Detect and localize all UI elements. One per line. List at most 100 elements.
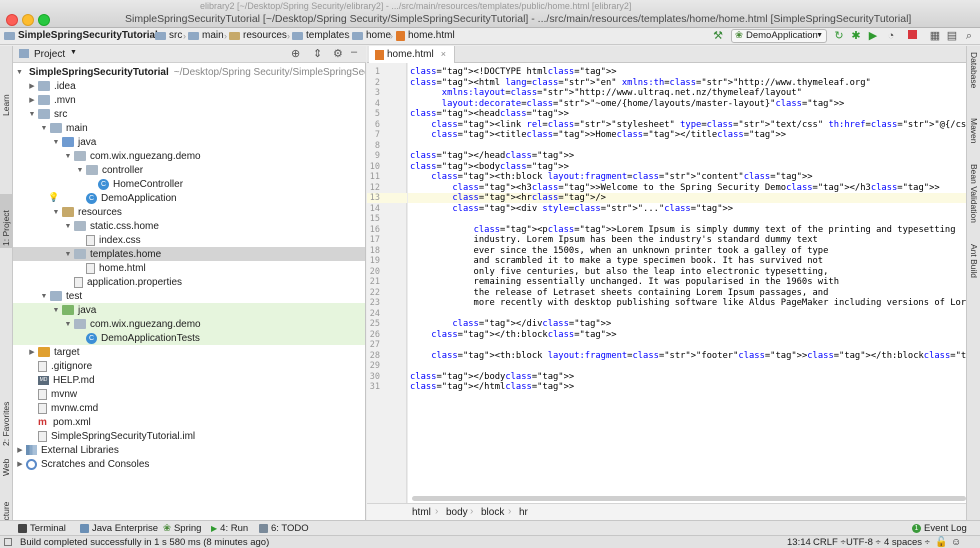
hide-panel-icon[interactable]: –	[351, 46, 357, 58]
tree-item[interactable]: ▼ controller	[13, 163, 365, 177]
tree-item[interactable]: ▼ test	[13, 289, 365, 303]
nav-crumb-home[interactable]: home	[352, 30, 391, 41]
tree-item[interactable]: ▼ com.wix.nguezang.demo	[13, 317, 365, 331]
expand-arrow-icon[interactable]: ▼	[64, 251, 72, 258]
toggle-tool-windows-icon[interactable]	[4, 538, 12, 546]
tree-item[interactable]: ▶ .mvn	[13, 93, 365, 107]
collapse-arrow-icon[interactable]: ▶	[28, 82, 36, 90]
chevron-right-icon: ›	[435, 506, 439, 517]
inspector-icon[interactable]: ☺	[951, 537, 961, 548]
run-with-coverage-icon[interactable]: ▶	[867, 30, 879, 42]
tree-item[interactable]: mvnw.cmd	[13, 401, 365, 415]
search-everywhere-icon[interactable]: ⌕	[963, 30, 975, 42]
nav-crumb-main[interactable]: main	[188, 30, 224, 41]
expand-arrow-icon[interactable]: ▼	[64, 153, 72, 160]
breadcrumb-body[interactable]: body	[446, 507, 468, 518]
code-editor[interactable]: class="tag"><!DOCTYPE htmlclass="tag">> c…	[408, 63, 966, 503]
event-log-tab[interactable]: 1 Event Log	[912, 523, 967, 534]
nav-crumb-src[interactable]: src	[155, 30, 182, 41]
tree-item[interactable]: ▼ main	[13, 121, 365, 135]
tree-item-label: templates.home	[90, 248, 162, 260]
expand-arrow-icon[interactable]: ▼	[16, 69, 23, 76]
breadcrumb-hr[interactable]: hr	[519, 507, 528, 518]
tree-item[interactable]: home.html	[13, 261, 365, 275]
tree-item[interactable]: C DemoApplicationTests	[13, 331, 365, 345]
gear-icon[interactable]: ⚙	[333, 47, 343, 60]
expand-arrow-icon[interactable]: ▼	[64, 223, 72, 230]
expand-arrow-icon[interactable]: ▼	[28, 111, 36, 118]
intention-bulb-icon[interactable]: 💡	[48, 192, 59, 203]
terminal-tab[interactable]: Terminal	[18, 523, 66, 534]
project-tool-tab[interactable]: 1: Project	[0, 194, 13, 248]
tree-item[interactable]: application.properties	[13, 275, 365, 289]
locate-file-icon[interactable]: ⊕	[291, 47, 300, 60]
tree-item[interactable]: ▶ Scratches and Consoles	[13, 457, 365, 471]
tree-item[interactable]: MD HELP.md	[13, 373, 365, 387]
horizontal-scrollbar[interactable]	[412, 496, 966, 501]
tree-item[interactable]: ▼ static.css.home	[13, 219, 365, 233]
tree-item[interactable]: m pom.xml	[13, 415, 365, 429]
expand-arrow-icon[interactable]: ▼	[64, 321, 72, 328]
tree-item[interactable]: SimpleSpringSecurityTutorial.iml	[13, 429, 365, 443]
tree-item[interactable]: index.css	[13, 233, 365, 247]
caret-position[interactable]: 13:14	[787, 537, 811, 548]
collapse-arrow-icon[interactable]: ▶	[16, 460, 24, 468]
tree-item-label: home.html	[99, 262, 146, 274]
tree-item[interactable]: mvnw	[13, 387, 365, 401]
nav-crumb-resources[interactable]: resources	[229, 30, 287, 41]
chevron-down-icon[interactable]: ▼	[70, 49, 77, 56]
nav-crumb-file[interactable]: home.html	[396, 30, 455, 41]
file-encoding[interactable]: UTF-8 ÷	[846, 537, 881, 548]
tree-item[interactable]: ▼ templates.home	[13, 247, 365, 261]
debug-icon[interactable]: ✱	[850, 30, 862, 42]
nav-crumb-templates[interactable]: templates	[292, 30, 349, 41]
tree-item[interactable]: C HomeController	[13, 177, 365, 191]
build-hammer-icon[interactable]: ⚒	[712, 30, 724, 42]
expand-arrow-icon[interactable]: ▼	[40, 125, 48, 132]
collapse-all-icon[interactable]: ⇕	[313, 47, 322, 60]
indent-setting[interactable]: 4 spaces ÷	[884, 537, 930, 548]
project-view-select[interactable]: Project	[34, 49, 65, 60]
run-configuration-select[interactable]: ❀ DemoApplication ▼	[731, 29, 827, 43]
tree-item[interactable]: ▼ java	[13, 303, 365, 317]
collapse-arrow-icon[interactable]: ▶	[28, 348, 36, 356]
java-enterprise-tab[interactable]: Java Enterprise	[80, 523, 158, 534]
tree-item[interactable]: ▼ resources	[13, 205, 365, 219]
project-structure-icon[interactable]: ▦	[929, 30, 941, 42]
tree-item[interactable]: .gitignore	[13, 359, 365, 373]
profile-icon[interactable]: ◔	[885, 30, 897, 42]
editor-tab-home-html[interactable]: home.html ×	[369, 46, 455, 63]
collapse-arrow-icon[interactable]: ▶	[28, 96, 36, 104]
sdk-icon[interactable]: ▤	[946, 30, 958, 42]
tree-item[interactable]: ▶ .idea	[13, 79, 365, 93]
close-window-button[interactable]	[6, 14, 18, 26]
nav-crumb-project[interactable]: SimpleSpringSecurityTutorial	[4, 30, 158, 41]
todo-tab[interactable]: 6: TODO	[259, 523, 309, 534]
tree-item[interactable]: ▼ com.wix.nguezang.demo	[13, 149, 365, 163]
rerun-icon[interactable]: ↻	[833, 30, 845, 42]
expand-arrow-icon[interactable]: ▼	[52, 139, 60, 146]
tree-item[interactable]: ▼ src	[13, 107, 365, 121]
run-tab[interactable]: ▶ 4: Run	[211, 523, 248, 534]
lock-icon[interactable]: 🔓	[935, 537, 947, 548]
stop-icon[interactable]	[906, 30, 918, 42]
expand-arrow-icon[interactable]: ▼	[52, 209, 60, 216]
breadcrumb-block[interactable]: block	[481, 507, 504, 518]
expand-arrow-icon[interactable]: ▼	[40, 293, 48, 300]
maximize-window-button[interactable]	[38, 14, 50, 26]
close-tab-icon[interactable]: ×	[441, 46, 446, 63]
line-separator[interactable]: CRLF ÷	[813, 537, 846, 548]
file-icon	[38, 402, 47, 414]
spring-tab[interactable]: ❀ Spring	[163, 523, 201, 534]
tree-item[interactable]: ▶ External Libraries	[13, 443, 365, 457]
tree-item[interactable]: ▶ target	[13, 345, 365, 359]
tree-item[interactable]: ▼ java	[13, 135, 365, 149]
expand-arrow-icon[interactable]: ▼	[76, 167, 84, 174]
tree-item[interactable]: C DemoApplication	[13, 191, 365, 205]
tree-item[interactable]: ▼ SimpleSpringSecurityTutorial ~/Desktop/S…	[13, 65, 365, 79]
code-line: xmlns:layout=class="str">"http://www.ult…	[441, 88, 802, 98]
breadcrumb-html[interactable]: html	[412, 507, 431, 518]
collapse-arrow-icon[interactable]: ▶	[16, 446, 24, 454]
minimize-window-button[interactable]	[22, 14, 34, 26]
expand-arrow-icon[interactable]: ▼	[52, 307, 60, 314]
